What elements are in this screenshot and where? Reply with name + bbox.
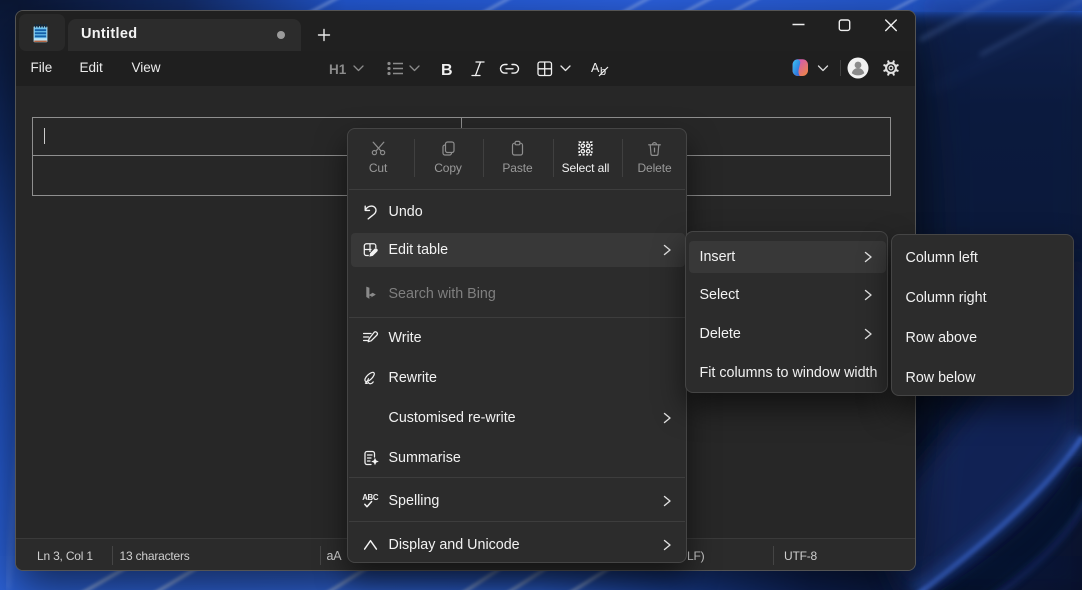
svg-text:ABC: ABC — [362, 493, 379, 502]
svg-text:A: A — [591, 61, 600, 75]
svg-text:B: B — [441, 62, 453, 79]
svg-text:H1: H1 — [329, 62, 347, 77]
